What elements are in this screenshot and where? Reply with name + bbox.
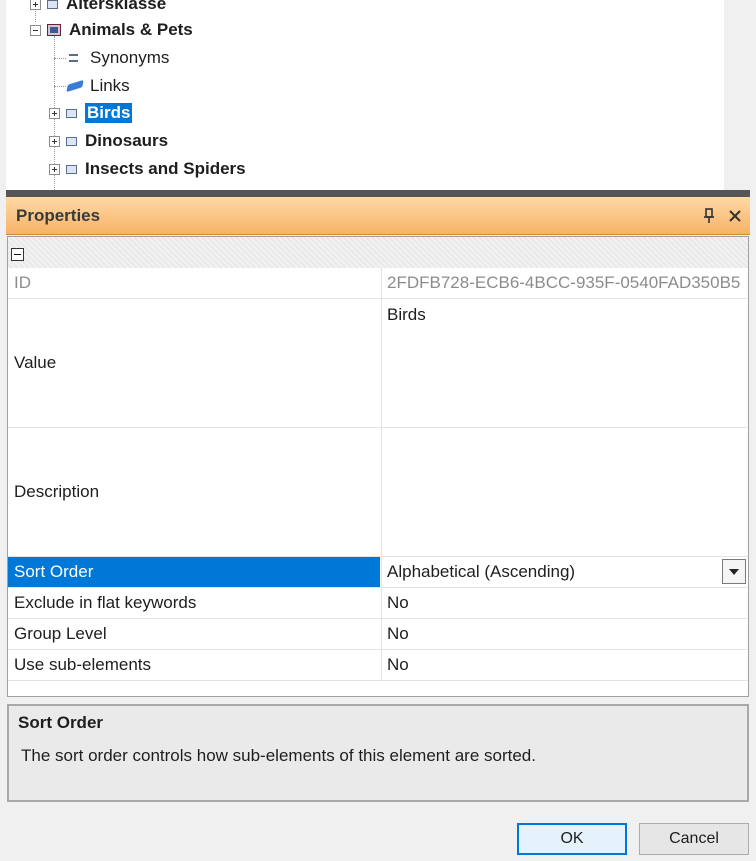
property-row-group-level[interactable]: Group Level No xyxy=(8,619,748,650)
property-value[interactable]: No xyxy=(381,619,748,649)
property-help-panel: Sort Order The sort order controls how s… xyxy=(7,704,749,802)
tree-node-label: Links xyxy=(90,76,130,95)
tree-connector xyxy=(54,58,66,59)
tree-node-birds[interactable]: Birds xyxy=(49,100,133,126)
node-icon xyxy=(66,136,77,146)
property-value[interactable]: No xyxy=(381,588,748,618)
root-node-icon xyxy=(47,24,61,36)
node-icon xyxy=(47,0,58,9)
tree-node-synonyms[interactable]: Synonyms xyxy=(69,45,169,71)
synonyms-icon xyxy=(69,54,78,62)
expand-icon[interactable] xyxy=(49,135,60,147)
help-title: Sort Order xyxy=(18,713,104,732)
property-value-editor[interactable]: Birds xyxy=(381,299,748,427)
property-row-id[interactable]: ID 2FDFB728-ECB6-4BCC-935F-0540FAD350B5 xyxy=(8,268,748,299)
property-name: Group Level xyxy=(8,619,380,649)
properties-header: Properties xyxy=(6,197,750,235)
tree-node-label: Altersklasse xyxy=(66,0,167,13)
property-row-description[interactable]: Description xyxy=(8,428,748,557)
panel-splitter[interactable] xyxy=(6,190,750,197)
property-name: Use sub-elements xyxy=(8,650,380,680)
property-name: Exclude in flat keywords xyxy=(8,588,380,618)
collapse-category-icon[interactable] xyxy=(11,248,24,261)
cancel-button[interactable]: Cancel xyxy=(639,823,749,855)
pin-icon[interactable] xyxy=(698,205,720,227)
property-value[interactable]: No xyxy=(381,650,748,680)
tree-node-animals-pets[interactable]: Animals & Pets xyxy=(30,17,193,43)
property-grid[interactable]: ID 2FDFB728-ECB6-4BCC-935F-0540FAD350B5 … xyxy=(7,236,749,697)
tree-node-insects-spiders[interactable]: Insects and Spiders xyxy=(49,156,246,182)
node-icon xyxy=(66,108,77,118)
property-name: Description xyxy=(8,428,380,556)
node-icon xyxy=(66,164,77,174)
tree-node-label: Insects and Spiders xyxy=(85,159,246,178)
tree-node-dinosaurs[interactable]: Dinosaurs xyxy=(49,128,168,154)
property-name: ID xyxy=(8,268,380,298)
collapse-icon[interactable] xyxy=(30,24,41,36)
tree-node-label: Animals & Pets xyxy=(69,20,193,39)
close-icon[interactable] xyxy=(724,205,746,227)
property-value-dropdown[interactable]: Alphabetical (Ascending) xyxy=(381,557,748,587)
tree-node-label: Birds xyxy=(85,103,133,123)
property-value: 2FDFB728-ECB6-4BCC-935F-0540FAD350B5 xyxy=(381,268,748,298)
link-icon xyxy=(66,79,84,93)
property-name: Value xyxy=(8,299,380,427)
keyword-tree[interactable]: Altersklasse Animals & Pets Synonyms Lin… xyxy=(6,0,724,190)
help-description: The sort order controls how sub-elements… xyxy=(21,746,536,765)
property-row-use-sub-elements[interactable]: Use sub-elements No xyxy=(8,650,748,681)
property-row-exclude-flat[interactable]: Exclude in flat keywords No xyxy=(8,588,748,619)
chevron-down-icon[interactable] xyxy=(722,559,746,584)
tree-node-altersklasse[interactable]: Altersklasse xyxy=(30,0,166,17)
tree-node-label: Dinosaurs xyxy=(85,131,169,150)
dropdown-value: Alphabetical (Ascending) xyxy=(387,562,576,581)
tree-node-label: Synonyms xyxy=(90,48,170,67)
category-row xyxy=(8,237,748,268)
property-row-value[interactable]: Value Birds xyxy=(8,299,748,428)
property-value-editor[interactable] xyxy=(381,428,748,556)
tree-connector xyxy=(54,86,66,87)
property-name: Sort Order xyxy=(8,557,380,587)
tree-node-links[interactable]: Links xyxy=(66,73,130,99)
expand-icon[interactable] xyxy=(49,163,60,175)
expand-icon[interactable] xyxy=(49,107,60,119)
expand-icon[interactable] xyxy=(30,0,41,10)
ok-button[interactable]: OK xyxy=(517,823,627,855)
property-row-sort-order[interactable]: Sort Order Alphabetical (Ascending) xyxy=(8,557,748,588)
properties-title: Properties xyxy=(16,205,101,225)
